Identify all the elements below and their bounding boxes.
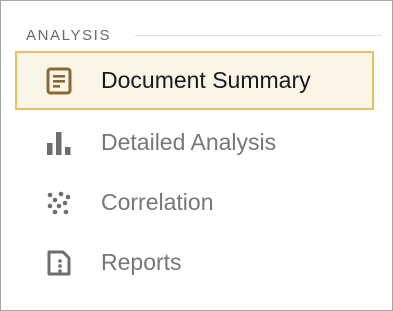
section-title: ANALYSIS — [26, 26, 112, 44]
section-divider — [135, 34, 382, 36]
nav-item-correlation[interactable]: Correlation — [15, 173, 374, 232]
nav-item-document-summary[interactable]: Document Summary — [15, 51, 374, 110]
bar-chart-icon — [44, 128, 74, 158]
report-page-icon — [44, 248, 74, 278]
scatter-dots-icon — [44, 188, 74, 218]
section-header: ANALYSIS — [26, 25, 382, 45]
analysis-nav-panel: ANALYSIS Document Summary Detailed Analy… — [0, 0, 393, 311]
nav-item-detailed-analysis[interactable]: Detailed Analysis — [15, 113, 374, 172]
document-summary-icon — [44, 66, 74, 96]
nav-item-label: Document Summary — [101, 67, 311, 93]
nav-item-label: Correlation — [101, 189, 214, 215]
nav-item-reports[interactable]: Reports — [15, 233, 374, 292]
nav-item-label: Detailed Analysis — [101, 129, 277, 155]
nav-item-label: Reports — [101, 249, 182, 275]
